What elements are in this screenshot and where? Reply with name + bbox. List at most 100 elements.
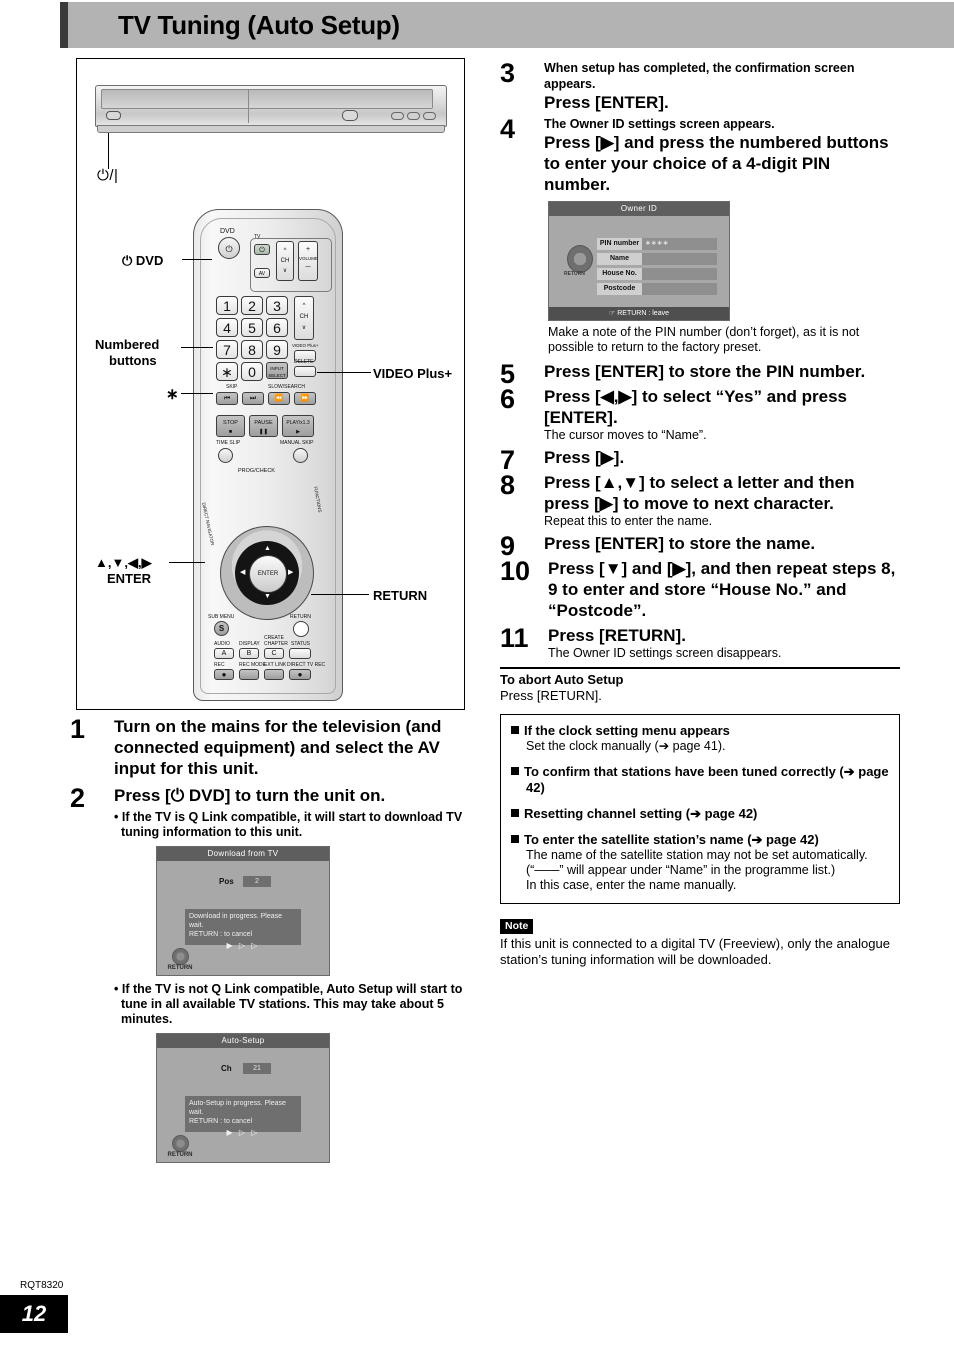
remote-key-5: 5: [241, 318, 263, 337]
step-8-number: 8: [500, 470, 516, 500]
callout-numbered-buttons-leader: [181, 347, 213, 348]
right-column: 3 When setup has completed, the confirma…: [500, 60, 900, 968]
remote-delete-button: [294, 366, 316, 377]
step-6-number: 6: [500, 384, 516, 414]
step-7: 7 Press [▶].: [500, 447, 900, 474]
step-6-post: The cursor moves to “Name”.: [544, 428, 707, 442]
osd-autosetup-ch-value: 21: [243, 1063, 271, 1074]
remote-skip-forward-button: ⏭: [242, 392, 264, 405]
osd-owner-id-postcode-value: [642, 283, 717, 295]
step-10-number: 10: [500, 556, 531, 586]
osd-owner-id-row-name: Name: [597, 253, 717, 265]
osd-download-title: Download from TV: [157, 847, 329, 861]
osd-autosetup-return-label: RETURN: [167, 1152, 193, 1158]
osd-owner-id-name-value: [642, 253, 717, 265]
callout-numbered-buttons-line1: Numbered: [95, 337, 160, 352]
note-tag: Note: [500, 919, 534, 934]
remote-manual-skip-button: [293, 448, 308, 463]
step-9-body: Press [ENTER] to store the name.: [544, 533, 900, 554]
step-8-body: Press [▲,▼] to select a letter and then …: [544, 472, 900, 529]
step-6: 6 Press [◀,▶] to select “Yes” and press …: [500, 386, 900, 443]
remote-tv-label: TV: [254, 234, 261, 240]
remote-audio-button: A: [214, 648, 234, 659]
osd-owner-id-wrapper: Owner ID RETURN PIN number ∗∗∗∗ Name Hou…: [548, 201, 900, 321]
remote-key-3: 3: [266, 296, 288, 315]
osd-autosetup-dpad-icon: [171, 1135, 189, 1152]
osd-download-return-label: RETURN: [167, 965, 193, 971]
info-item-satellite: To enter the satellite station’s name (➔…: [511, 832, 889, 893]
remote-return-button: [293, 621, 309, 637]
power-callout-leader: [108, 133, 109, 169]
osd-owner-id-row-pin: PIN number ∗∗∗∗: [597, 238, 717, 250]
osd-owner-id-footer: ☞ RETURN : leave: [549, 307, 729, 320]
remote-dvd-label: DVD: [220, 228, 235, 235]
remote-play-button: PLAY/x1.3 ▶: [282, 415, 314, 437]
remote-chapter-label: CHAPTER: [264, 641, 288, 647]
remote-channel-rocker: ^ CH ∨: [294, 296, 314, 340]
remote-key-asterisk: ∗: [216, 362, 238, 381]
remote-down-arrow-icon: ▼: [264, 593, 271, 600]
document-code: RQT8320: [20, 1280, 64, 1291]
square-bullet-icon: [511, 767, 519, 775]
info-item-satellite-text: The name of the satellite station may no…: [526, 848, 868, 892]
osd-owner-id-footer-text: RETURN : leave: [617, 310, 669, 317]
osd-download-return-hint: RETURN: [165, 948, 195, 971]
remote-direct-tv-rec-label: DIRECT TV REC: [287, 662, 326, 668]
remote-key-7: 7: [216, 340, 238, 359]
step-4: 4 The Owner ID settings screen appears. …: [500, 116, 900, 195]
osd-owner-id-house-label: House No.: [597, 268, 642, 280]
step-3-pre: When setup has completed, the confirmati…: [544, 61, 855, 91]
osd-autosetup-ch-label: Ch: [221, 1064, 232, 1073]
osd-download-dpad-icon: [171, 948, 189, 965]
step-3-number: 3: [500, 58, 516, 88]
remote-input-select-button: INPUT SELECT: [266, 362, 288, 379]
step-11: 11 Press [RETURN]. The Owner ID settings…: [500, 625, 900, 661]
square-bullet-icon: [511, 809, 519, 817]
osd-owner-id-rows: PIN number ∗∗∗∗ Name House No. Postcode: [597, 238, 717, 295]
unit-open-close-icon: [342, 110, 358, 121]
osd-autosetup-message: Auto-Setup in progress. Please wait. RET…: [185, 1096, 301, 1137]
callout-asterisk: ∗: [166, 386, 179, 403]
abort-body: Press [RETURN].: [500, 688, 602, 703]
osd-auto-setup: Auto-Setup Ch 21 Auto-Setup in progress.…: [156, 1033, 330, 1163]
step-3-body: When setup has completed, the confirmati…: [544, 60, 900, 113]
note-text: If this unit is connected to a digital T…: [500, 936, 890, 967]
step-1-title: Turn on the mains for the television (an…: [114, 717, 442, 778]
callout-numbered-buttons-line2: buttons: [109, 353, 157, 368]
square-bullet-icon: [511, 835, 519, 843]
info-item-reset: Resetting channel setting (➔ page 42): [511, 806, 889, 822]
unit-base: [97, 125, 445, 133]
step-4-number: 4: [500, 114, 516, 144]
osd-owner-id-footer-icon: ☞: [609, 310, 616, 317]
remote-up-arrow-icon: ▲: [264, 545, 271, 552]
page-number: 12: [0, 1295, 68, 1333]
pin-note: Make a note of the PIN number (don’t for…: [548, 325, 860, 354]
remote-left-arrow-icon: ◀: [240, 569, 246, 576]
remote-dvd-power-button: ⏻: [218, 237, 240, 259]
osd-owner-id-row-postcode: Postcode: [597, 283, 717, 295]
callout-dvd-leader: [182, 259, 212, 260]
unit-disc-tray: [101, 89, 433, 109]
remote-enter-button: ENTER: [249, 555, 287, 593]
remote-rec-mode-label: REC MODE: [239, 662, 266, 668]
remote-key-4: 4: [216, 318, 238, 337]
remote-sub-menu-label: SUB MENU: [208, 614, 235, 620]
osd-autosetup-progress-arrows: ▶ ▷ ▷: [226, 1128, 260, 1137]
osd-owner-id-house-value: [642, 268, 717, 280]
remote-rec-mode-button: [239, 669, 259, 680]
osd-owner-id-pin-label: PIN number: [597, 238, 642, 250]
remote-rec-button: ●: [214, 669, 234, 680]
unit-control-button-3: [423, 112, 436, 120]
osd-autosetup-message-line1: Auto-Setup in progress. Please wait.: [189, 1100, 286, 1116]
callout-video-plus-leader: [317, 372, 371, 373]
remote-delete-label: DELETE: [294, 359, 314, 365]
remote-key-2: 2: [241, 296, 263, 315]
callout-dvd: ⏻ DVD: [122, 253, 164, 268]
remote-cursor-dial: ENTER ▲ ▼ ◀ ▶: [220, 526, 314, 620]
abort-title: To abort Auto Setup: [500, 672, 624, 687]
info-item-clock-head-text: If the clock setting menu appears: [524, 723, 730, 738]
osd-owner-id-name-label: Name: [597, 253, 642, 265]
info-item-confirm-head: To confirm that stations have been tuned…: [511, 764, 889, 796]
unit-tray-divider: [248, 89, 249, 123]
osd-owner-id-pin-value: ∗∗∗∗: [642, 238, 717, 250]
